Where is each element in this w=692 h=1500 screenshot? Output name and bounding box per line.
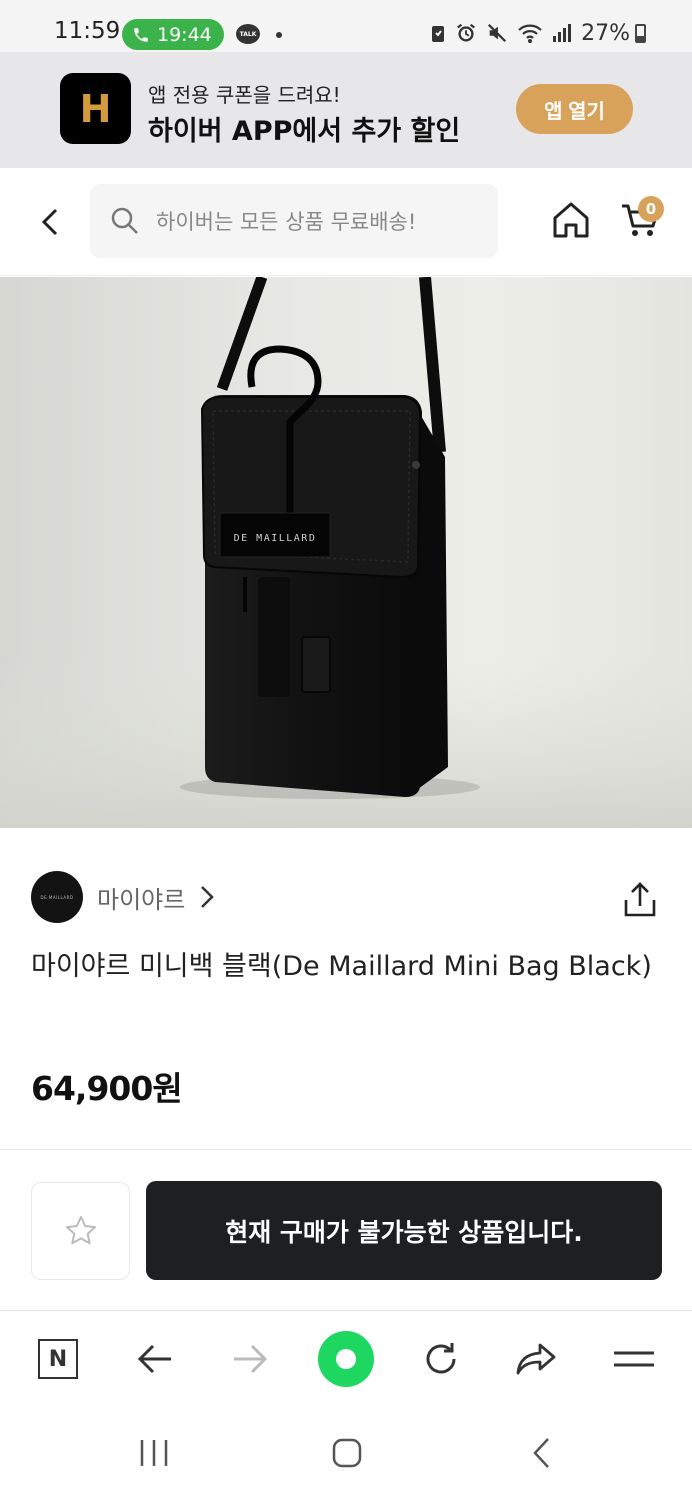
clipboard-icon [432, 26, 445, 42]
product-price: 64,900원 [31, 1069, 183, 1108]
section-divider [0, 1149, 692, 1150]
forward-share-icon [516, 1343, 556, 1375]
naver-home-button[interactable]: N [32, 1333, 84, 1385]
share-button[interactable] [620, 880, 660, 920]
android-back-button[interactable] [530, 1436, 552, 1474]
android-back-icon [533, 1438, 549, 1468]
share-page-button[interactable] [510, 1333, 562, 1385]
browser-forward-button[interactable] [224, 1333, 276, 1385]
call-time: 19:44 [157, 23, 212, 46]
product-image[interactable]: DE MAILLARD [0, 277, 692, 828]
page-header: 하이버는 모든 상품 무료배송! [0, 168, 692, 276]
green-dot-icon [318, 1331, 374, 1387]
battery-icon [635, 24, 646, 43]
arrow-right-icon [234, 1344, 268, 1374]
android-navigation-bar [0, 1408, 692, 1500]
star-icon [65, 1216, 96, 1245]
alarm-icon [457, 23, 476, 42]
home-square-icon [332, 1438, 362, 1468]
app-install-banner: H 앱 전용 쿠폰을 드려요! 하이버 APP에서 추가 할인 앱 열기 [0, 52, 692, 168]
back-button[interactable] [30, 202, 70, 242]
banner-subtitle: 앱 전용 쿠폰을 드려요! [148, 83, 341, 107]
android-home-button[interactable] [331, 1437, 363, 1473]
cart-count-badge: 0 [638, 196, 664, 222]
kakaotalk-icon: TALK [236, 24, 260, 44]
product-title: 마이야르 미니백 블랙(De Maillard Mini Bag Black) [31, 951, 652, 982]
search-placeholder: 하이버는 모든 상품 무료배송! [156, 210, 417, 234]
menu-button[interactable] [608, 1333, 660, 1385]
search-icon [111, 207, 138, 234]
brand-name: 마이야르 [97, 885, 186, 914]
hamburger-menu-icon [614, 1351, 654, 1367]
open-app-button[interactable]: 앱 열기 [516, 84, 633, 134]
refresh-button[interactable] [415, 1333, 467, 1385]
notification-dot [276, 32, 282, 38]
bag-brand-label: DE MAILLARD [234, 533, 317, 544]
home-button[interactable] [549, 198, 593, 242]
phone-icon [134, 27, 148, 42]
wifi-icon [518, 24, 542, 43]
share-icon [624, 882, 656, 917]
recent-apps-button[interactable] [138, 1438, 170, 1472]
home-icon [553, 202, 589, 238]
battery-percent: 27% [581, 20, 630, 46]
call-indicator[interactable]: 19:44 [122, 19, 224, 50]
wishlist-button[interactable] [31, 1182, 130, 1280]
banner-title: 하이버 APP에서 추가 할인 [148, 116, 461, 147]
browser-toolbar: N [0, 1311, 692, 1408]
chevron-right-icon [201, 886, 215, 908]
status-time: 11:59 [54, 18, 121, 44]
brand-avatar: DE MAILLARD [31, 871, 83, 923]
recent-apps-icon [140, 1440, 168, 1466]
brand-link[interactable]: DE MAILLARD 마이야르 [31, 871, 215, 923]
green-dot-button[interactable] [318, 1331, 374, 1387]
bag-photo-illustration: DE MAILLARD [0, 277, 692, 828]
browser-back-button[interactable] [129, 1333, 181, 1385]
search-bar[interactable]: 하이버는 모든 상품 무료배송! [90, 184, 498, 258]
mute-icon [488, 23, 507, 43]
hiver-app-logo: H [60, 73, 131, 144]
purchase-unavailable-button[interactable]: 현재 구매가 불가능한 상품입니다. [146, 1181, 662, 1280]
signal-icon [553, 24, 572, 42]
naver-n-icon: N [38, 1339, 78, 1379]
refresh-icon [426, 1343, 456, 1374]
chevron-left-icon [41, 208, 58, 236]
arrow-left-icon [137, 1344, 171, 1374]
status-bar: 11:59 19:44 TALK 27% [0, 0, 692, 52]
